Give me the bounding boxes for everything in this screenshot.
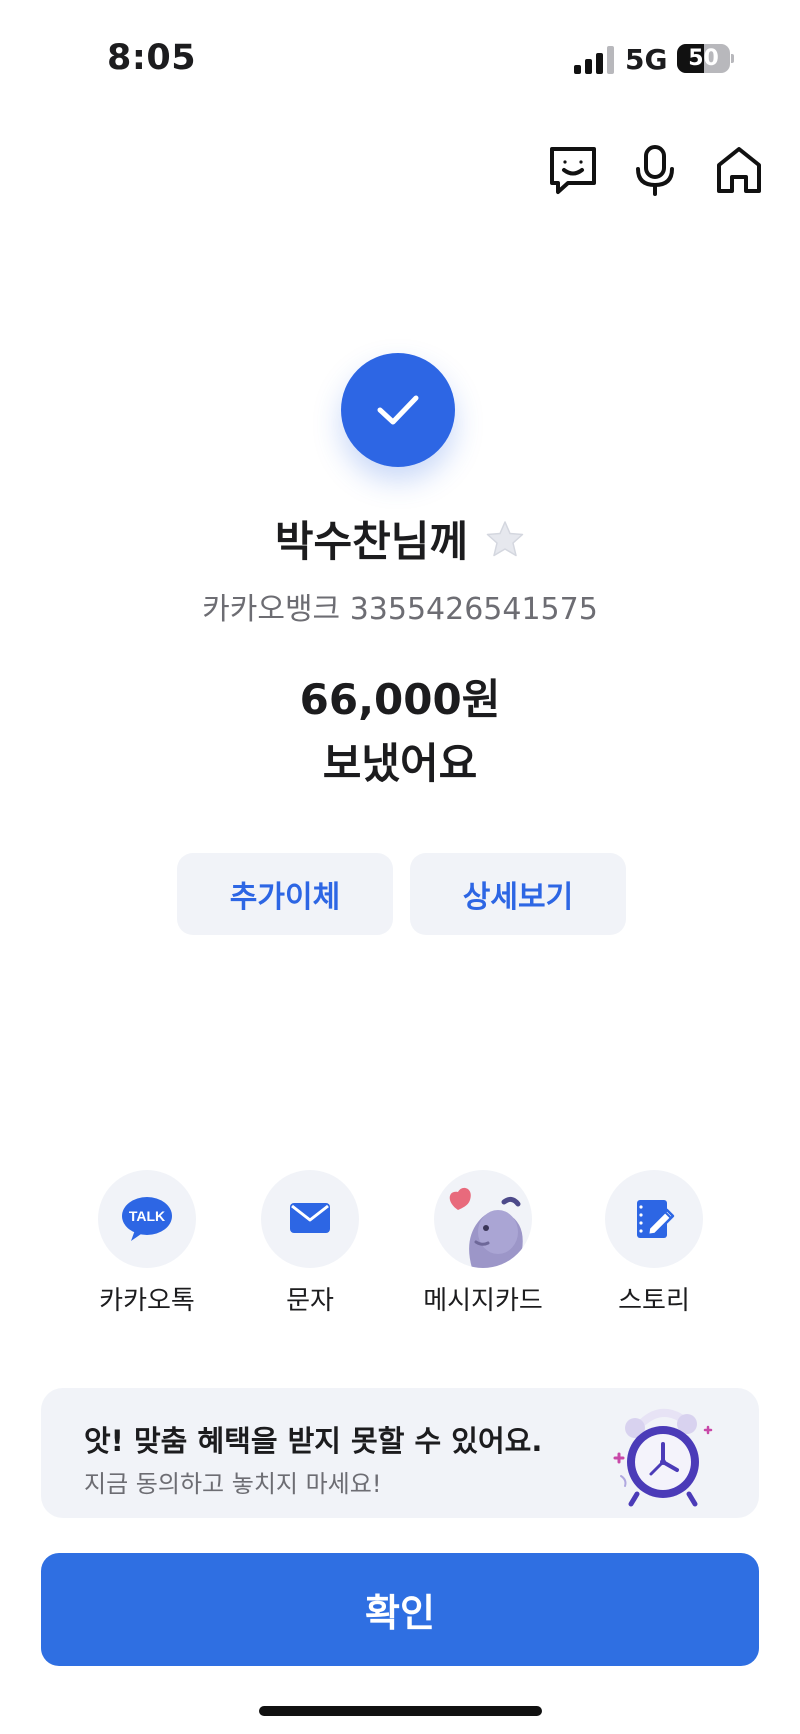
- network-type: 5G: [625, 43, 668, 76]
- kakaotalk-icon: TALK: [122, 1197, 172, 1241]
- alarm-clock-icon: [613, 1408, 713, 1507]
- share-message-card[interactable]: 메시지카드: [413, 1170, 553, 1317]
- banner-title: 앗! 맞춤 혜택을 받지 못할 수 있어요.: [84, 1424, 543, 1458]
- recipient-row: 박수찬님께: [0, 508, 800, 568]
- additional-transfer-button[interactable]: 추가이체: [177, 853, 393, 935]
- consent-banner[interactable]: 앗! 맞춤 혜택을 받지 못할 수 있어요. 지금 동의하고 놓치지 마세요!: [41, 1388, 759, 1518]
- chat-bubble-face-icon[interactable]: [546, 143, 600, 197]
- status-time: 8:05: [107, 38, 197, 78]
- details-button[interactable]: 상세보기: [410, 853, 626, 935]
- share-story[interactable]: 스토리: [584, 1170, 724, 1317]
- transfer-amount: 66,000원: [299, 675, 501, 724]
- share-message-card-label: 메시지카드: [423, 1286, 543, 1316]
- sent-message: 보냈어요: [322, 739, 478, 788]
- favorite-star-icon[interactable]: [485, 519, 525, 559]
- share-kakaotalk-label: 카카오톡: [99, 1286, 195, 1316]
- share-story-label: 스토리: [618, 1286, 690, 1316]
- home-icon[interactable]: [712, 143, 766, 197]
- share-sms[interactable]: 문자: [240, 1170, 380, 1317]
- success-check-icon: [341, 353, 455, 467]
- microphone-icon[interactable]: [628, 143, 682, 197]
- battery-icon: 50: [677, 44, 734, 73]
- story-edit-icon: [637, 1200, 675, 1238]
- recipient-name: 박수찬님께: [274, 517, 469, 566]
- status-bar: 8:05 5G 50: [0, 0, 800, 110]
- share-kakaotalk[interactable]: TALK 카카오톡: [77, 1170, 217, 1317]
- cellular-signal-icon: [574, 46, 614, 74]
- home-indicator: [259, 1706, 542, 1716]
- banner-subtitle: 지금 동의하고 놓치지 마세요!: [84, 1470, 382, 1498]
- svg-text:TALK: TALK: [129, 1208, 165, 1224]
- envelope-icon: [290, 1203, 330, 1233]
- battery-level: 50: [688, 46, 719, 71]
- confirm-button[interactable]: 확인: [41, 1553, 759, 1666]
- recipient-account: 카카오뱅크 3355426541575: [202, 592, 598, 627]
- transfer-complete-screen: 8:05 5G 50 박수찬님께 카카오뱅크 3355426541575 66,…: [0, 0, 800, 1734]
- share-sms-label: 문자: [286, 1286, 334, 1316]
- message-card-character-icon: [449, 1187, 523, 1268]
